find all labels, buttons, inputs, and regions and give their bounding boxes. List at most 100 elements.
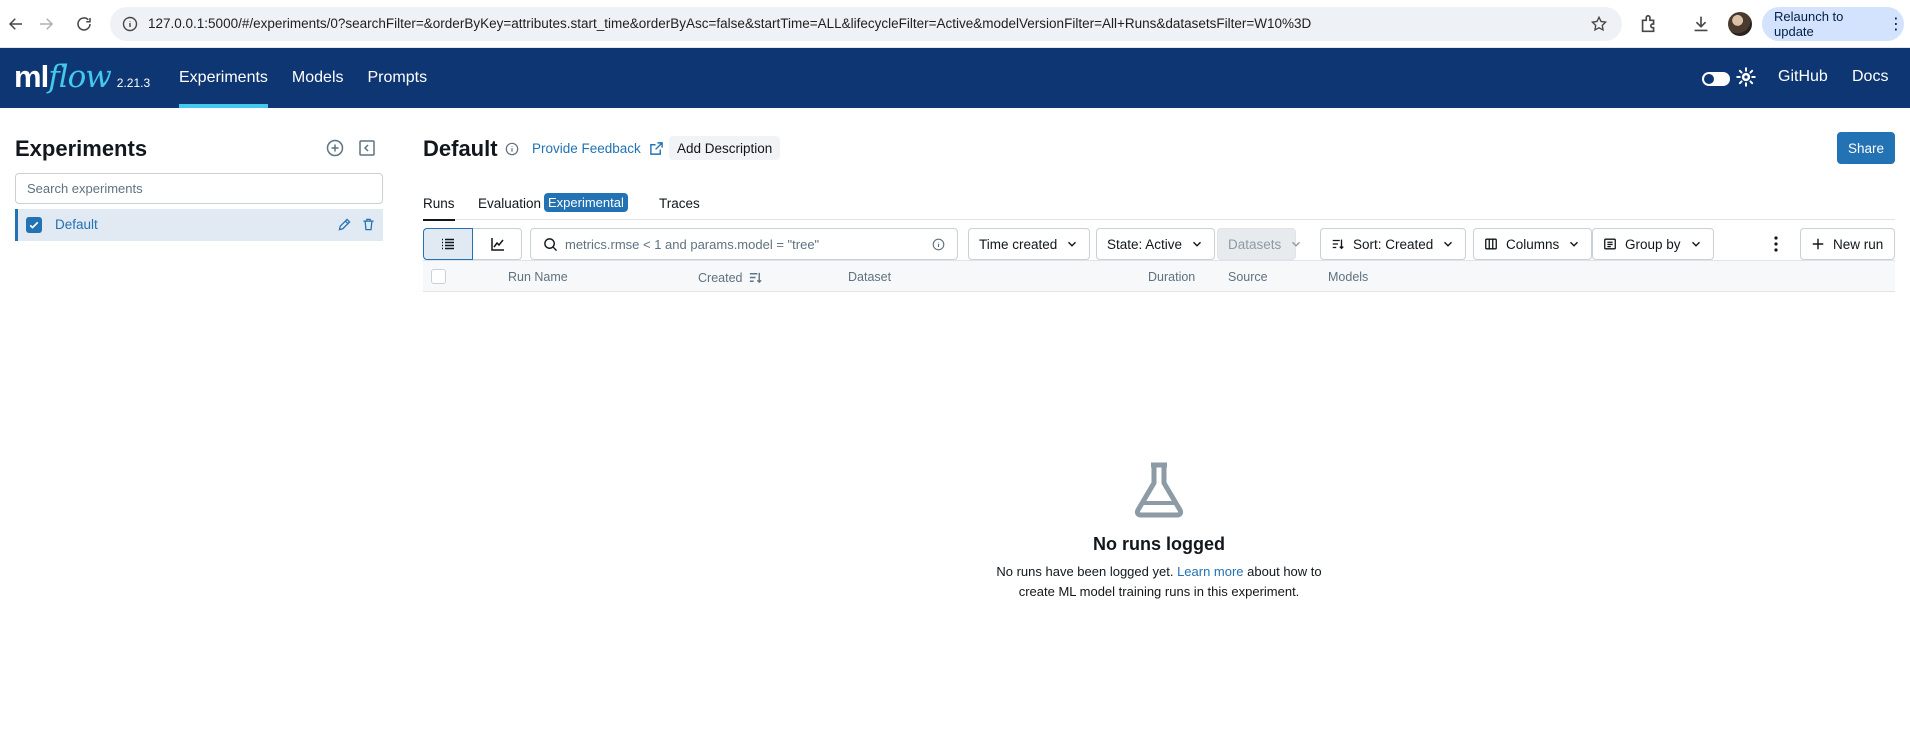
extensions-puzzle-icon[interactable] — [1638, 13, 1660, 35]
columns-dropdown[interactable]: Columns — [1473, 228, 1593, 260]
column-models[interactable]: Models — [1328, 270, 1368, 284]
table-view-button[interactable] — [423, 228, 473, 260]
sort-label: Sort: Created — [1353, 236, 1434, 252]
column-duration[interactable]: Duration — [1148, 270, 1195, 284]
chart-view-button[interactable] — [473, 229, 522, 259]
search-icon — [544, 238, 558, 252]
column-label: Duration — [1148, 270, 1196, 284]
new-run-button[interactable]: New run — [1800, 228, 1895, 260]
add-experiment-icon[interactable] — [325, 138, 345, 158]
experiment-item-default[interactable]: Default — [15, 209, 383, 241]
tab-evaluation[interactable]: Evaluation — [478, 196, 541, 211]
column-source[interactable]: Source — [1228, 270, 1268, 284]
chevron-down-icon — [1292, 241, 1301, 247]
site-info-icon[interactable] — [122, 16, 138, 32]
dark-mode-toggle[interactable] — [1702, 72, 1730, 86]
empty-desc-before: No runs have been logged yet. — [996, 564, 1174, 579]
back-arrow-icon[interactable] — [4, 12, 28, 36]
datasets-filter-dropdown[interactable]: Datasets — [1217, 228, 1301, 260]
nav-experiments[interactable]: Experiments — [179, 48, 268, 108]
group-by-dropdown[interactable]: Group by — [1592, 228, 1714, 260]
sort-descending-icon[interactable] — [748, 270, 763, 285]
experimental-badge: Experimental — [544, 193, 628, 212]
learn-more-link[interactable]: Learn more — [1177, 564, 1243, 579]
relaunch-button[interactable]: Relaunch to update ⋮ — [1762, 7, 1904, 41]
sort-icon — [1332, 239, 1344, 250]
runs-search-box[interactable] — [530, 228, 958, 260]
forward-arrow-icon[interactable] — [34, 12, 58, 36]
column-dataset[interactable]: Dataset — [848, 270, 891, 284]
logo-flow-text: flow — [48, 59, 112, 95]
chevron-down-icon — [1691, 241, 1700, 247]
datasets-filter-label: Datasets — [1228, 236, 1282, 252]
runs-search-input[interactable] — [565, 234, 925, 254]
time-created-dropdown[interactable]: Time created — [968, 228, 1091, 260]
sun-icon[interactable] — [1736, 67, 1756, 87]
download-icon[interactable] — [1690, 13, 1712, 35]
empty-state-description: No runs have been logged yet. Learn more… — [989, 562, 1329, 602]
docs-link[interactable]: Docs — [1852, 68, 1888, 86]
browser-menu-icon[interactable]: ⋮ — [1888, 14, 1904, 34]
experiment-tabs: Runs Evaluation Experimental Traces — [423, 186, 1895, 221]
add-description-button[interactable]: Add Description — [669, 136, 781, 160]
address-bar[interactable]: 127.0.0.1:5000/#/experiments/0?searchFil… — [110, 7, 1622, 41]
profile-avatar[interactable] — [1728, 12, 1752, 36]
state-filter-label: State: Active — [1107, 236, 1183, 252]
time-created-label: Time created — [979, 236, 1058, 252]
browser-toolbar: 127.0.0.1:5000/#/experiments/0?searchFil… — [0, 0, 1910, 48]
version-label: 2.21.3 — [116, 76, 151, 90]
experiment-name[interactable]: Default — [55, 217, 98, 232]
edit-pencil-icon[interactable] — [336, 216, 353, 233]
column-label: Models — [1328, 270, 1369, 284]
relaunch-label: Relaunch to update — [1774, 9, 1844, 39]
sidebar-title: Experiments — [15, 136, 148, 161]
select-all-checkbox[interactable] — [431, 269, 446, 284]
reload-icon[interactable] — [72, 12, 96, 36]
group-by-label: Group by — [1625, 236, 1681, 252]
chevron-down-icon — [1068, 241, 1077, 247]
state-filter-dropdown[interactable]: State: Active — [1096, 228, 1216, 260]
search-help-icon[interactable] — [932, 238, 945, 251]
view-mode-toggle — [423, 228, 522, 260]
chevron-down-icon — [1193, 241, 1202, 247]
column-run-name[interactable]: Run Name — [508, 270, 568, 284]
sort-dropdown[interactable]: Sort: Created — [1320, 228, 1467, 260]
mlflow-logo[interactable]: ml flow 2.21.3 — [14, 59, 150, 95]
runs-table-header: Run Name Created Dataset Duration Source… — [423, 260, 1895, 292]
external-link-icon[interactable] — [649, 141, 664, 156]
search-experiments-input[interactable] — [15, 173, 383, 204]
bookmark-star-icon[interactable] — [1590, 15, 1608, 33]
provide-feedback-link[interactable]: Provide Feedback — [532, 141, 664, 156]
url-text[interactable]: 127.0.0.1:5000/#/experiments/0?searchFil… — [148, 16, 1311, 31]
page-title: Default — [423, 136, 498, 161]
line-chart-icon — [490, 238, 504, 251]
tab-traces[interactable]: Traces — [659, 196, 700, 211]
column-label: Dataset — [848, 270, 892, 284]
plus-icon — [1812, 238, 1824, 250]
column-label: Run Name — [508, 270, 568, 284]
nav-prompts[interactable]: Prompts — [368, 48, 428, 108]
app-header: ml flow 2.21.3 Experiments Models Prompt… — [0, 48, 1910, 108]
column-label: Source — [1228, 270, 1268, 284]
column-created[interactable]: Created — [698, 270, 763, 285]
nav-models[interactable]: Models — [292, 48, 344, 108]
list-icon — [442, 238, 454, 250]
feedback-label[interactable]: Provide Feedback — [532, 141, 641, 156]
top-nav: Experiments Models Prompts — [179, 48, 451, 108]
info-icon[interactable] — [505, 142, 519, 156]
group-icon — [1604, 238, 1616, 250]
new-run-label: New run — [1833, 236, 1884, 252]
logo-ml-text: ml — [14, 59, 49, 94]
column-label: Created — [698, 270, 743, 285]
more-options-icon[interactable] — [1766, 234, 1786, 254]
delete-trash-icon[interactable] — [360, 216, 377, 233]
tab-runs[interactable]: Runs — [423, 196, 455, 221]
chevron-down-icon — [1570, 241, 1579, 247]
experiment-checkbox[interactable] — [26, 217, 42, 233]
experiment-main: Default Provide Feedback Add Description… — [423, 108, 1895, 738]
columns-label: Columns — [1506, 236, 1560, 252]
collapse-sidebar-icon[interactable] — [357, 138, 377, 158]
runs-toolbar: Time created State: Active Datasets Sort… — [423, 220, 1895, 260]
github-link[interactable]: GitHub — [1778, 68, 1828, 86]
share-button[interactable]: Share — [1837, 132, 1895, 164]
